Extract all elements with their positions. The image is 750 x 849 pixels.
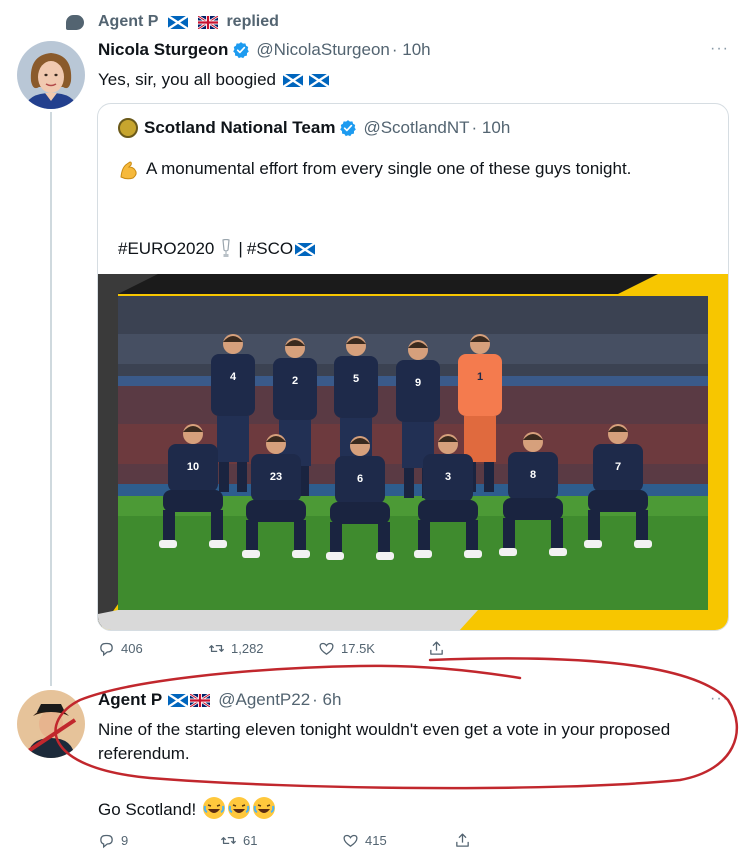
main-tweet-actions: 406 1,282 17.5K xyxy=(98,640,445,657)
retweet-count: 1,282 xyxy=(231,641,264,656)
team-photo[interactable]: 4 2 5 9 1 10 23 6 3 8 7 xyxy=(98,274,728,630)
hashtag-euro2020[interactable]: #EURO2020 xyxy=(118,236,214,262)
reply-count: 406 xyxy=(121,641,143,656)
shirt-number: 23 xyxy=(270,471,282,483)
reply-tweet-text: Nine of the starting eleven tonight woul… xyxy=(98,720,671,763)
retweet-count: 61 xyxy=(243,833,258,848)
uk-flag-icon xyxy=(190,693,211,707)
hashtag-separator: | xyxy=(238,239,243,258)
shirt-number: 6 xyxy=(357,473,363,485)
shirt-number: 7 xyxy=(615,461,621,473)
thread-line xyxy=(50,112,52,686)
reply-bubble-icon xyxy=(66,14,84,30)
verified-icon xyxy=(339,119,357,137)
shirt-number: 8 xyxy=(530,469,536,481)
quoted-tweet-card[interactable]: Scotland National Team @ScotlandNT · 10h… xyxy=(97,103,729,631)
share-icon xyxy=(456,833,469,847)
reply-tweet-actions: 9 61 415 xyxy=(98,832,471,849)
scotland-crest-avatar[interactable] xyxy=(118,118,138,138)
like-icon xyxy=(319,642,334,655)
main-tweet-header: Nicola Sturgeon @NicolaSturgeon · 10h xyxy=(98,40,431,60)
avatar-agent-p[interactable] xyxy=(17,690,85,758)
scotland-flag-icon xyxy=(295,242,316,256)
laughing-icon xyxy=(202,796,226,820)
replied-label: replied xyxy=(226,13,279,30)
reply-action[interactable]: 9 xyxy=(98,832,220,849)
retweet-icon xyxy=(208,645,225,652)
like-icon xyxy=(343,834,358,847)
scotland-flag-icon xyxy=(168,15,189,29)
reply-author-name[interactable]: Agent P xyxy=(98,690,162,710)
shirt-number: 4 xyxy=(230,371,237,383)
reply-tweet-text-2: Go Scotland! xyxy=(98,796,276,822)
reply-tweet-header: Agent P @AgentP22 · 6h xyxy=(98,690,341,710)
reply-icon xyxy=(100,834,113,849)
retweet-action[interactable]: 1,282 xyxy=(208,640,318,657)
scotland-flag-icon xyxy=(309,74,330,88)
shirt-number: 10 xyxy=(187,461,199,473)
scotland-flag-icon xyxy=(168,693,189,707)
avatar-nicola[interactable] xyxy=(17,41,85,109)
flexed-biceps-icon xyxy=(118,159,140,181)
like-count: 415 xyxy=(365,833,387,848)
quoted-tweet-header: Scotland National Team @ScotlandNT · 10h xyxy=(118,118,510,138)
replied-user[interactable]: Agent P xyxy=(98,13,158,31)
replied-banner: Agent P replied xyxy=(66,10,279,34)
retweet-action[interactable]: 61 xyxy=(220,832,342,849)
reply-tweet-time[interactable]: · 6h xyxy=(312,690,341,710)
laughing-icon xyxy=(227,796,251,820)
reply-icon xyxy=(100,642,113,657)
share-action[interactable] xyxy=(428,640,445,657)
quoted-author-name[interactable]: Scotland National Team xyxy=(144,118,335,138)
quoted-tweet-hashtags: #EURO2020 | #SCO xyxy=(118,236,316,262)
reply-action[interactable]: 406 xyxy=(98,640,208,657)
shirt-number: 1 xyxy=(477,371,483,383)
quoted-tweet-text: A monumental effort from every single on… xyxy=(118,156,698,182)
author-name[interactable]: Nicola Sturgeon xyxy=(98,40,228,60)
reply-author-handle[interactable]: @AgentP22 xyxy=(218,690,310,710)
scotland-flag-icon xyxy=(282,74,303,88)
like-count: 17.5K xyxy=(341,641,375,656)
uk-flag-icon xyxy=(198,15,219,29)
share-icon xyxy=(430,641,443,655)
shirt-number: 2 xyxy=(292,375,298,387)
like-action[interactable]: 415 xyxy=(342,832,454,849)
more-options-icon[interactable]: ··· xyxy=(710,40,729,58)
shirt-number: 3 xyxy=(445,471,451,483)
more-options-icon[interactable]: ··· xyxy=(710,690,729,708)
reply-tweet-line2: Go Scotland! xyxy=(98,800,197,819)
hashtag-sco[interactable]: #SCO xyxy=(247,236,293,262)
like-action[interactable]: 17.5K xyxy=(318,640,428,657)
retweet-icon xyxy=(220,837,237,844)
shirt-number: 5 xyxy=(353,373,359,385)
shirt-number: 9 xyxy=(415,377,421,389)
main-tweet-body: Yes, sir, you all boogied xyxy=(98,70,276,89)
tweet-time[interactable]: · 10h xyxy=(392,40,431,60)
verified-icon xyxy=(232,41,250,59)
quoted-tweet-body: A monumental effort from every single on… xyxy=(146,159,632,178)
quoted-author-handle[interactable]: @ScotlandNT xyxy=(363,118,469,138)
quoted-tweet-time[interactable]: · 10h xyxy=(472,118,511,138)
laughing-icon xyxy=(252,796,276,820)
share-action[interactable] xyxy=(454,832,471,849)
reply-count: 9 xyxy=(121,833,129,848)
main-tweet-text: Yes, sir, you all boogied xyxy=(98,68,330,92)
author-handle[interactable]: @NicolaSturgeon xyxy=(256,40,390,60)
trophy-icon xyxy=(220,238,232,259)
